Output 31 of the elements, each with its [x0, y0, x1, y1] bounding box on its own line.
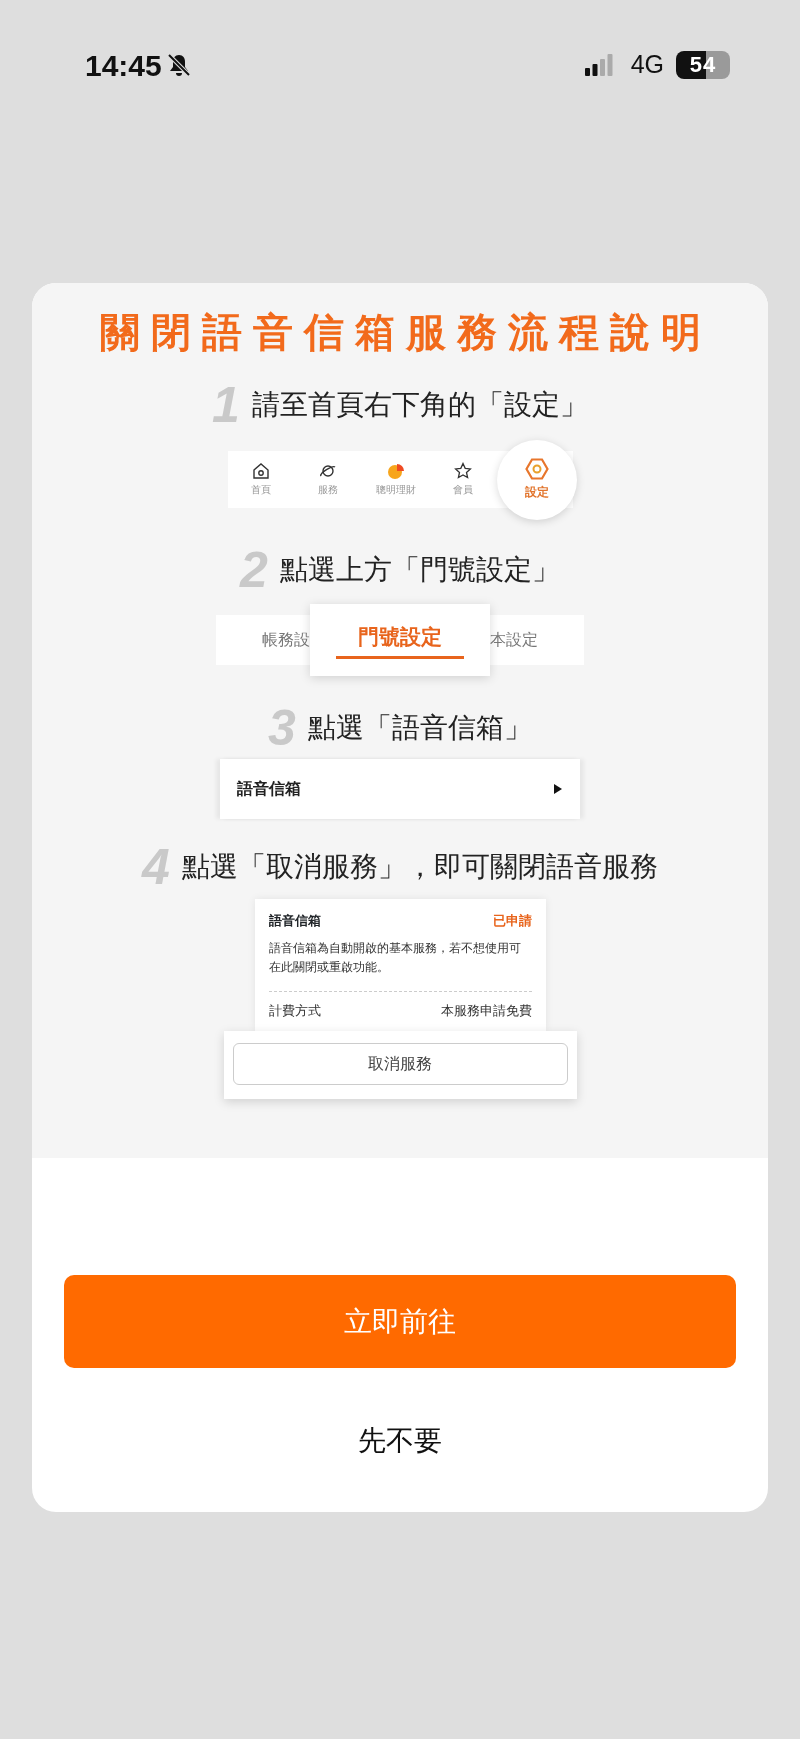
tab[interactable]: 本設定 [490, 628, 584, 652]
triangle-arrow-icon [554, 784, 562, 794]
tab-bar-item[interactable]: 會員 [429, 462, 497, 497]
card-title: 語音信箱 [268, 912, 321, 930]
star-icon [453, 462, 472, 480]
step-text: 請至首頁右下角的「設定」 [251, 388, 588, 422]
tab-bar-item[interactable]: 服務 [294, 462, 362, 497]
status-label: 已申請 [492, 912, 532, 930]
card-description: 語音信箱為自動開啟的基本服務，若不想使用可在此關閉或重啟功能。 [268, 939, 522, 976]
tab-bar-item[interactable]: 聰明理財 [362, 462, 430, 497]
tab[interactable]: 帳務設 [216, 628, 310, 652]
pie-chart-icon [386, 462, 405, 480]
step-text: 點選「取消服務」，即可關閉語音服務 [181, 850, 658, 884]
fee-label: 計費方式 [268, 1002, 321, 1020]
highlighted-tab[interactable]: 設定 [496, 439, 577, 520]
step-text: 點選上方「門號設定」 [279, 553, 560, 587]
fee-value: 本服務申請免費 [440, 1002, 532, 1020]
settings-icon [524, 458, 549, 480]
step-text: 點選「語音信箱」 [307, 711, 532, 745]
signal-icon [584, 54, 613, 76]
tab-bar-item[interactable]: 首頁 [227, 462, 295, 497]
home-icon [252, 462, 271, 480]
dialog-title: 關閉語音信箱服務流程說明 [98, 309, 713, 356]
not-now-button[interactable]: 先不要 [358, 1421, 442, 1461]
tab[interactable]: 門號設定 [336, 620, 464, 660]
status-time: 14:45 [85, 47, 162, 84]
network-type: 4G [630, 49, 664, 81]
cancel-service-button[interactable]: 取消服務 [232, 1042, 568, 1085]
go-now-button[interactable]: 立即前往 [64, 1275, 736, 1368]
list-row[interactable]: 語音信箱 [220, 759, 580, 819]
planet-icon [319, 462, 338, 480]
